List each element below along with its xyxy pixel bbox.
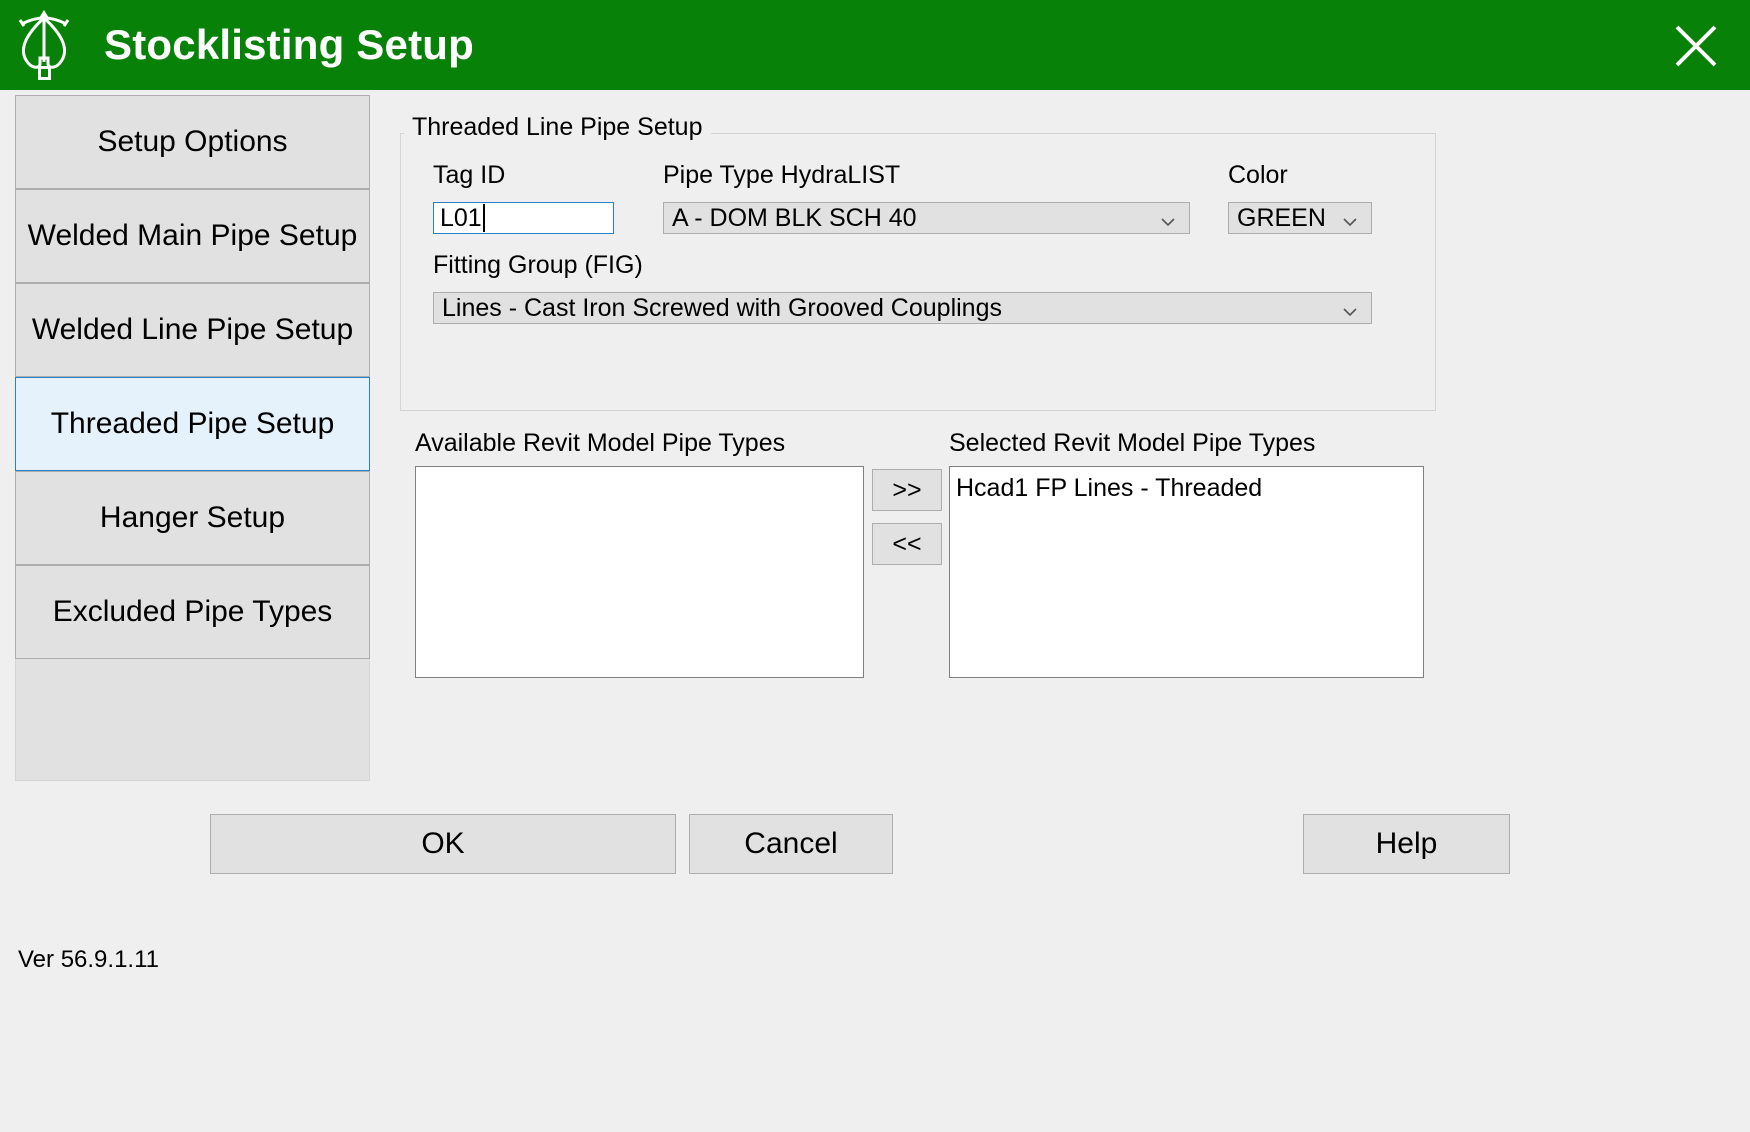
tag-id-label: Tag ID — [433, 161, 506, 189]
pipe-type-label: Pipe Type HydraLIST — [663, 161, 901, 189]
chevron-down-icon — [1341, 209, 1359, 227]
sidebar-item-label: Welded Main Pipe Setup — [27, 219, 358, 252]
title-bar: Stocklisting Setup — [0, 0, 1750, 90]
add-to-selected-button[interactable]: >> — [872, 469, 942, 511]
selected-pipe-types-listbox[interactable]: Hcad1 FP Lines - Threaded — [949, 466, 1424, 678]
sidebar-item-label: Threaded Pipe Setup — [50, 407, 335, 440]
tag-id-input[interactable]: L01 — [433, 202, 614, 234]
sidebar-item-label: Welded Line Pipe Setup — [31, 313, 354, 346]
sidebar-item-welded-main-pipe-setup[interactable]: Welded Main Pipe Setup — [15, 189, 370, 283]
sidebar-item-threaded-pipe-setup[interactable]: Threaded Pipe Setup — [15, 377, 370, 471]
sidebar-item-hanger-setup[interactable]: Hanger Setup — [15, 471, 370, 565]
fitting-group-dropdown[interactable]: Lines - Cast Iron Screwed with Grooved C… — [433, 292, 1372, 324]
pipe-type-value: A - DOM BLK SCH 40 — [672, 203, 917, 232]
sidebar-item-label: Setup Options — [97, 125, 288, 158]
color-dropdown[interactable]: GREEN — [1228, 202, 1372, 234]
window-title: Stocklisting Setup — [104, 21, 474, 68]
remove-button-label: << — [892, 529, 922, 558]
available-list-label: Available Revit Model Pipe Types — [415, 429, 786, 457]
sidebar-item-label: Excluded Pipe Types — [52, 595, 333, 628]
sidebar-filler — [15, 659, 370, 781]
help-button-label: Help — [1375, 827, 1438, 860]
ok-button[interactable]: OK — [210, 814, 676, 874]
add-button-label: >> — [892, 475, 922, 504]
selected-list-label: Selected Revit Model Pipe Types — [949, 429, 1316, 457]
ok-button-label: OK — [421, 827, 465, 860]
sidebar-item-setup-options[interactable]: Setup Options — [15, 95, 370, 189]
pipe-type-dropdown[interactable]: A - DOM BLK SCH 40 — [663, 202, 1190, 234]
sprinkler-logo-icon — [12, 6, 76, 84]
chevron-down-icon — [1341, 299, 1359, 317]
color-label: Color — [1228, 161, 1288, 189]
tag-id-value: L01 — [440, 203, 482, 232]
group-title: Threaded Line Pipe Setup — [404, 113, 711, 142]
sidebar-nav: Setup Options Welded Main Pipe Setup Wel… — [15, 95, 370, 781]
close-icon[interactable] — [1670, 20, 1722, 72]
chevron-down-icon — [1159, 209, 1177, 227]
available-pipe-types-listbox[interactable] — [415, 466, 864, 678]
sidebar-item-excluded-pipe-types[interactable]: Excluded Pipe Types — [15, 565, 370, 659]
fitting-group-label: Fitting Group (FIG) — [433, 251, 643, 279]
help-button[interactable]: Help — [1303, 814, 1510, 874]
sidebar-item-welded-line-pipe-setup[interactable]: Welded Line Pipe Setup — [15, 283, 370, 377]
sidebar-item-label: Hanger Setup — [99, 501, 286, 534]
color-value: GREEN — [1237, 203, 1326, 232]
cancel-button[interactable]: Cancel — [689, 814, 893, 874]
list-item[interactable]: Hcad1 FP Lines - Threaded — [956, 471, 1423, 505]
version-label: Ver 56.9.1.11 — [18, 946, 159, 973]
fitting-group-value: Lines - Cast Iron Screwed with Grooved C… — [442, 293, 1002, 322]
remove-from-selected-button[interactable]: << — [872, 523, 942, 565]
text-caret — [482, 204, 485, 232]
cancel-button-label: Cancel — [744, 827, 838, 860]
